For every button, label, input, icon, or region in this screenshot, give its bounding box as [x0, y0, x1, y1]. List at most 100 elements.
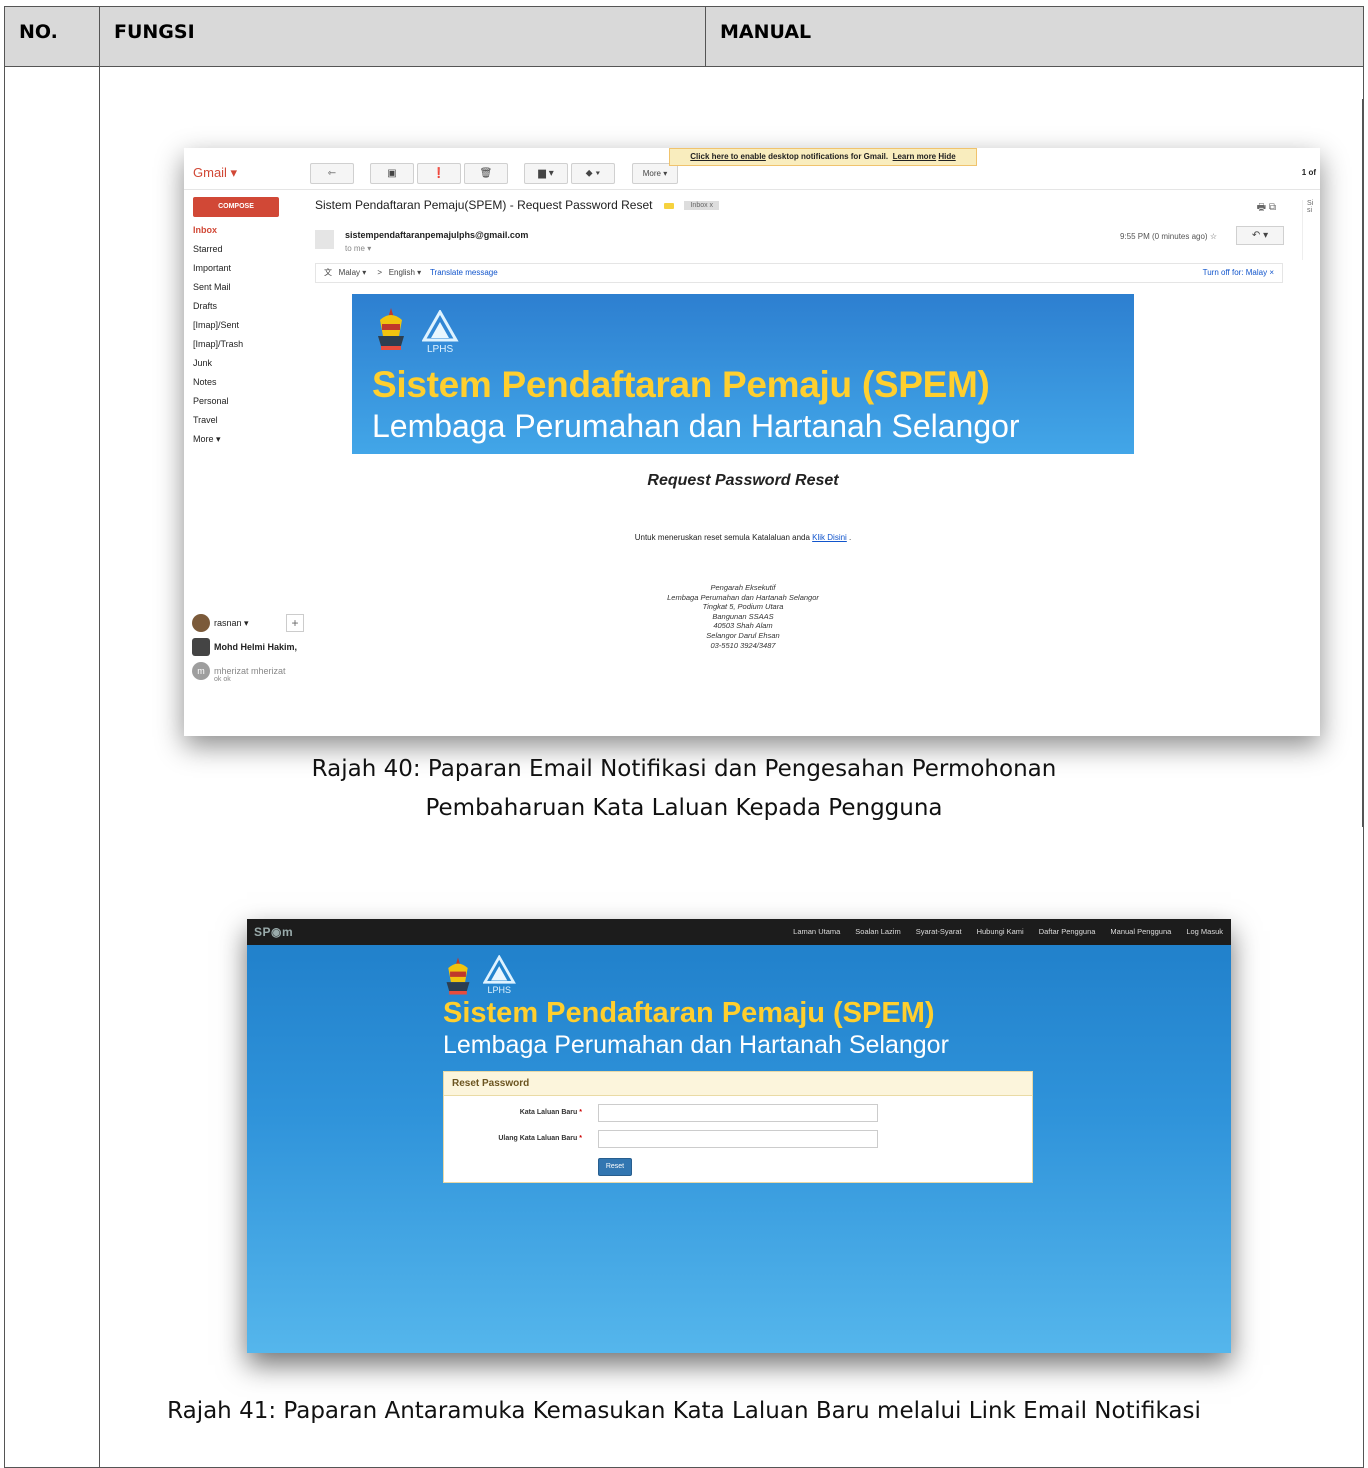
chat-self[interactable]: rasnan ▾ +	[192, 614, 304, 638]
required-mark: *	[579, 1109, 582, 1116]
nav-item-imap-sent[interactable]: [Imap]/Sent	[193, 320, 303, 339]
important-label-icon[interactable]	[664, 202, 675, 209]
new-password-input[interactable]	[598, 1104, 878, 1122]
signature-line: Pengarah Eksekutif	[710, 583, 776, 592]
nav-item-notes[interactable]: Notes	[193, 377, 303, 396]
nav-syarat-syarat[interactable]: Syarat-Syarat	[916, 919, 962, 945]
table-header-row: NO. FUNGSI MANUAL	[5, 7, 1363, 67]
contact-name[interactable]: mherizat mherizat	[214, 666, 286, 676]
nav-soalan-lazim[interactable]: Soalan Lazim	[855, 919, 900, 945]
signature-line: Bangunan SSAAS	[712, 611, 774, 621]
gmail-screenshot: Gmail ▾ ⇽ ▣ ❗ 🗑 ▆ ▾ ⬥ ▾ More ▾ Click her…	[184, 148, 1320, 736]
chat-contact[interactable]: Mohd Helmi Hakim,	[192, 638, 302, 662]
archive-button[interactable]: ▣	[370, 163, 414, 184]
notification-text: desktop notifications for Gmail.	[765, 152, 889, 161]
spem-email-banner: LPHS Sistem Pendaftaran Pemaju (SPEM) Le…	[352, 294, 1134, 454]
sender-avatar	[315, 230, 334, 249]
signature-line: 40503 Shah Alam	[713, 621, 773, 631]
nav-hubungi-kami[interactable]: Hubungi Kami	[977, 919, 1024, 945]
turn-off-translate-link[interactable]: Turn off for: Malay ×	[1203, 264, 1274, 282]
spem-title: Sistem Pendaftaran Pemaju (SPEM)	[443, 997, 935, 1029]
report-spam-button[interactable]: ❗	[417, 163, 461, 184]
sender-email: sistempendaftaranpemajulphs@gmail.com	[345, 230, 529, 240]
figure-caption-40-line2: Pembaharuan Kata Laluan Kepada Pengguna	[425, 795, 943, 821]
gmail-logo[interactable]: Gmail ▾	[193, 165, 237, 181]
email-signature: Pengarah Eksekutif Lembaga Perumahan dan…	[352, 583, 1134, 650]
email-heading: Request Password Reset	[647, 472, 839, 489]
back-button[interactable]: ⇽	[310, 163, 354, 184]
banner-subtitle: Lembaga Perumahan dan Hartanah Selangor	[372, 408, 1020, 444]
delete-button[interactable]: 🗑	[464, 163, 508, 184]
confirm-password-row: Ulang Kata Laluan Baru *	[444, 1130, 1032, 1150]
translate-message-link[interactable]: Translate message	[430, 268, 498, 277]
nav-laman-utama[interactable]: Laman Utama	[793, 919, 840, 945]
banner-title: Sistem Pendaftaran Pemaju (SPEM)	[372, 364, 990, 405]
email-body-end: .	[846, 533, 852, 542]
gmail-chat: rasnan ▾ + Mohd Helmi Hakim, m mherizat …	[192, 614, 304, 686]
nav-item-more[interactable]: More ▾	[193, 434, 303, 453]
nav-item-important[interactable]: Important	[193, 263, 303, 282]
panel-title: Reset Password	[444, 1072, 1032, 1096]
nav-daftar-pengguna[interactable]: Daftar Pengguna	[1039, 919, 1096, 945]
lphs-logo-icon: LPHS	[483, 955, 516, 995]
contact-name[interactable]: Mohd Helmi Hakim,	[214, 642, 297, 652]
email-subject-text: Sistem Pendaftaran Pemaju(SPEM) - Reques…	[315, 198, 653, 212]
selangor-crest-icon	[378, 308, 404, 350]
reset-password-panel: Reset Password Kata Laluan Baru * Ulang …	[443, 1071, 1033, 1183]
more-button[interactable]: More ▾	[632, 163, 678, 184]
new-password-label: Kata Laluan Baru *	[444, 1104, 582, 1122]
new-password-row: Kata Laluan Baru *	[444, 1104, 1032, 1124]
enable-notifications-link[interactable]: Click here to enable	[690, 152, 766, 161]
header-manual: MANUAL	[705, 7, 1365, 67]
inbox-tag[interactable]: Inbox x	[684, 201, 720, 211]
nav-log-masuk[interactable]: Log Masuk	[1186, 919, 1223, 945]
compose-button[interactable]: COMPOSE	[193, 197, 279, 217]
email-subject: Sistem Pendaftaran Pemaju(SPEM) - Reques…	[315, 198, 720, 212]
translate-icon: 文	[324, 268, 332, 277]
nav-manual-pengguna[interactable]: Manual Pengguna	[1110, 919, 1171, 945]
move-to-button[interactable]: ▆ ▾	[524, 163, 568, 184]
selangor-crest-icon	[446, 957, 470, 995]
page-count: 1 of	[1301, 168, 1316, 177]
print-newwindow-icon[interactable]: 🖶 ⧉	[1257, 200, 1276, 217]
hide-link[interactable]: Hide	[938, 152, 955, 161]
nav-item-starred[interactable]: Starred	[193, 244, 303, 263]
user-avatar	[192, 614, 210, 632]
signature-line: Lembaga Perumahan dan Hartanah Selangor	[667, 592, 819, 602]
spem-subtitle: Lembaga Perumahan dan Hartanah Selangor	[443, 1031, 949, 1059]
spem-navbar: SP◉m Laman Utama Soalan Lazim Syarat-Sya…	[247, 919, 1231, 945]
nav-item-inbox[interactable]: Inbox	[193, 225, 303, 244]
learn-more-link[interactable]: Learn more	[893, 152, 937, 161]
nav-item-travel[interactable]: Travel	[193, 415, 303, 434]
nav-item-personal[interactable]: Personal	[193, 396, 303, 415]
source-language-dropdown[interactable]: Malay ▾	[339, 268, 367, 277]
spem-nav-links: Laman Utama Soalan Lazim Syarat-Syarat H…	[778, 919, 1223, 945]
gmail-sidebar-nav: Inbox Starred Important Sent Mail Drafts…	[193, 225, 303, 453]
header-no: NO.	[19, 21, 58, 43]
signature-line: Selangor Darul Ehsan	[706, 630, 780, 640]
klik-disini-link[interactable]: Klik Disini	[812, 533, 847, 542]
target-language-dropdown[interactable]: English ▾	[389, 268, 421, 277]
add-chat-button[interactable]: +	[286, 614, 304, 632]
nav-item-imap-trash[interactable]: [Imap]/Trash	[193, 339, 303, 358]
nav-item-junk[interactable]: Junk	[193, 358, 303, 377]
contact-status: ok ok	[214, 676, 231, 683]
desktop-notification-bar: Click here to enable desktop notificatio…	[669, 148, 977, 166]
chat-username[interactable]: rasnan ▾	[214, 618, 249, 628]
lphs-logo-text: LPHS	[488, 985, 512, 995]
to-me-dropdown[interactable]: to me ▾	[345, 244, 371, 253]
nav-item-drafts[interactable]: Drafts	[193, 301, 303, 320]
confirm-password-label-text: Ulang Kata Laluan Baru	[498, 1135, 578, 1142]
nav-item-sent-mail[interactable]: Sent Mail	[193, 282, 303, 301]
spem-reset-screenshot: SP◉m Laman Utama Soalan Lazim Syarat-Sya…	[247, 919, 1231, 1353]
chat-contact[interactable]: m mherizat mherizat ok ok	[192, 662, 302, 686]
confirm-password-input[interactable]	[598, 1130, 878, 1148]
email-body: Untuk meneruskan reset semula Katalaluan…	[352, 533, 1134, 542]
arrow-icon: >	[377, 268, 383, 277]
reply-button[interactable]: ↶ ▾	[1236, 226, 1284, 245]
signature-line: Tingkat 5, Podium Utara	[702, 602, 784, 612]
spem-brand-logo[interactable]: SP◉m	[254, 925, 293, 939]
labels-button[interactable]: ⬥ ▾	[571, 163, 615, 184]
reset-button[interactable]: Reset	[598, 1158, 632, 1176]
email-time: 9:55 PM (0 minutes ago) ☆	[1120, 232, 1217, 241]
